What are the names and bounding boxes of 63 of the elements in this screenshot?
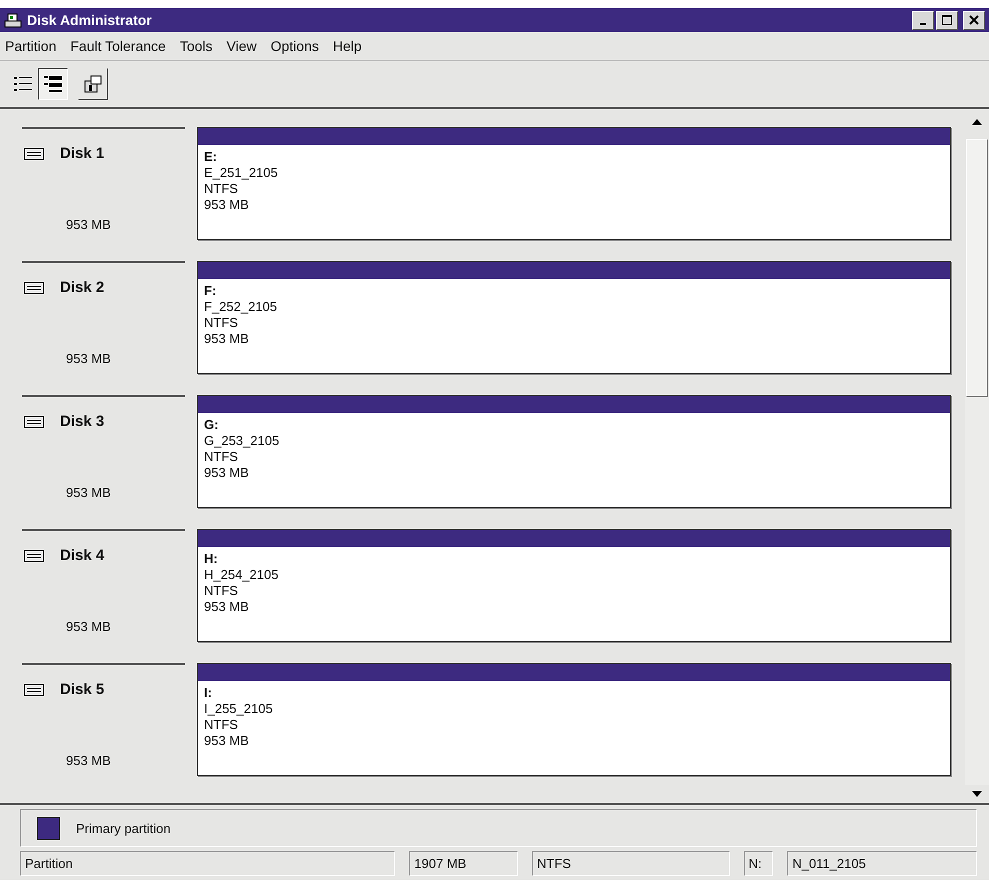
partition-block[interactable]: I: I_255_2105 NTFS 953 MB: [197, 663, 951, 776]
list-view-icon: [12, 74, 34, 94]
disk-size: 953 MB: [65, 619, 112, 634]
disk-drive-icon: [4, 12, 22, 28]
minimize-icon: [920, 22, 926, 24]
menu-item[interactable]: Options: [270, 38, 319, 54]
file-system: NTFS: [204, 181, 239, 197]
drive-letter: I:: [204, 685, 213, 701]
menu-item[interactable]: View: [226, 38, 257, 54]
window-title: Disk Administrator: [27, 12, 153, 28]
toolbar-button[interactable]: [38, 68, 68, 100]
disk-name: Disk 3: [60, 413, 104, 430]
partition-block[interactable]: F: F_252_2105 NTFS 953 MB: [197, 261, 951, 374]
menu-item[interactable]: Help: [332, 38, 362, 54]
partition-size: 953 MB: [204, 599, 250, 615]
partition-size: 953 MB: [204, 733, 250, 749]
drive-letter: G:: [204, 417, 220, 433]
maximize-icon: [942, 15, 952, 25]
file-system: NTFS: [204, 449, 239, 465]
properties-icon: [82, 74, 104, 94]
status-field: NTFS: [532, 851, 730, 876]
disk-name: Disk 4: [60, 547, 104, 564]
volume-label: E_251_2105: [204, 165, 279, 181]
file-system: NTFS: [204, 583, 239, 599]
maximize-button[interactable]: [936, 10, 958, 30]
status-field: 1907 MB: [409, 851, 518, 876]
menu-item[interactable]: Tools: [180, 38, 213, 54]
scroll-up-icon[interactable]: [972, 119, 982, 125]
volume-label: G_253_2105: [204, 433, 280, 449]
drive-letter: F:: [204, 283, 218, 299]
file-system: NTFS: [204, 315, 239, 331]
status-field: Partition: [20, 851, 396, 876]
partition-block[interactable]: H: H_254_2105 NTFS 953 MB: [197, 529, 951, 642]
menu-item[interactable]: Partition: [5, 38, 56, 54]
partition-block[interactable]: G: G_253_2105 NTFS 953 MB: [197, 395, 951, 508]
status-field: N:: [744, 851, 774, 876]
scroll-down-icon[interactable]: [972, 791, 982, 797]
disk-name: Disk 1: [60, 145, 104, 162]
disk-size: 953 MB: [65, 753, 112, 768]
partition-size: 953 MB: [204, 197, 250, 213]
disk-name: Disk 2: [60, 279, 104, 296]
close-icon: [969, 15, 979, 25]
close-button[interactable]: [963, 10, 985, 30]
file-system: NTFS: [204, 717, 239, 733]
disk-size: 953 MB: [65, 485, 112, 500]
legend-label: Primary partition: [76, 820, 171, 836]
disk-name: Disk 5: [60, 681, 104, 698]
disk-size: 953 MB: [65, 217, 112, 232]
disk-size: 953 MB: [65, 351, 112, 366]
drive-letter: H:: [204, 551, 219, 567]
menu-item[interactable]: Fault Tolerance: [70, 38, 166, 54]
volume-label: H_254_2105: [204, 567, 280, 583]
volume-label: I_255_2105: [204, 701, 274, 717]
status-field: N_011_2105: [787, 851, 977, 876]
partition-block[interactable]: E: E_251_2105 NTFS 953 MB: [197, 127, 951, 240]
partition-size: 953 MB: [204, 465, 250, 481]
drive-letter: E:: [204, 149, 218, 165]
partition-size: 953 MB: [204, 331, 250, 347]
scrollbar-thumb[interactable]: [966, 139, 988, 397]
minimize-button[interactable]: [912, 10, 934, 30]
volume-label: F_252_2105: [204, 299, 278, 315]
disk-view-icon: [42, 74, 64, 94]
toolbar-button[interactable]: [78, 68, 108, 100]
